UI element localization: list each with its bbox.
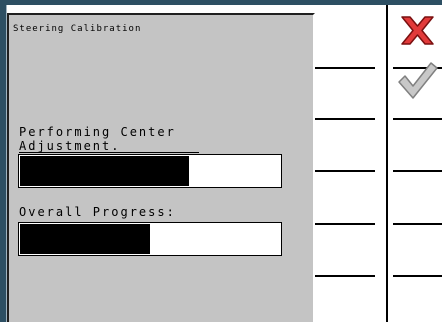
softkey-divider-vertical — [386, 5, 388, 322]
softkey-divider — [315, 275, 375, 277]
softkey-divider — [315, 118, 375, 120]
softkey-divider — [315, 67, 375, 69]
softkey-divider — [315, 170, 375, 172]
dialog-title: Steering Calibration — [13, 24, 142, 34]
center-adjustment-label: Performing Center Adjustment. — [19, 125, 219, 153]
center-adjustment-progress-fill — [20, 156, 189, 186]
center-adjustment-progress-bar — [18, 154, 282, 188]
steering-calibration-dialog: Steering Calibration Performing Center A… — [7, 13, 315, 322]
cancel-x-icon — [401, 16, 434, 45]
softkey-divider — [393, 223, 442, 225]
accept-check-icon — [398, 62, 438, 99]
softkey-divider — [315, 223, 375, 225]
cancel-button[interactable] — [393, 13, 442, 55]
softkey-divider — [393, 275, 442, 277]
overall-progress-fill — [20, 224, 150, 254]
softkey-panel — [315, 5, 442, 322]
softkey-divider — [393, 170, 442, 172]
overall-progress-bar — [18, 222, 282, 256]
overall-progress-label: Overall Progress: — [19, 205, 176, 219]
softkey-divider — [393, 118, 442, 120]
accept-button[interactable] — [393, 60, 442, 102]
